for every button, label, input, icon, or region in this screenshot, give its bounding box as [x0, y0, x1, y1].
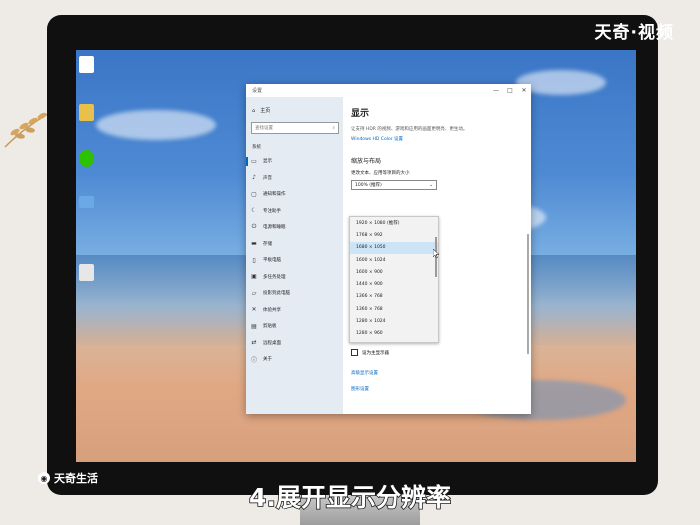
sound-icon: ♪ [252, 174, 256, 182]
sidebar-item[interactable]: ▤ 剪贴板 [246, 318, 343, 335]
power-icon: ⏻ [251, 223, 257, 231]
sidebar-item-label: 存储 [263, 241, 272, 247]
sidebar-item[interactable]: ▱ 投影到此电脑 [246, 285, 343, 302]
graphics-settings-link[interactable]: 图形设置 [351, 386, 369, 392]
sidebar-item[interactable]: ⇄ 远程桌面 [246, 335, 343, 352]
hdr-settings-link[interactable]: Windows HD Color 设置 [351, 136, 531, 142]
home-icon: ⌂ [252, 107, 256, 114]
project-icon: ▱ [251, 289, 257, 297]
focus-assist-icon: ☾ [251, 207, 257, 215]
main-display-checkbox-row[interactable]: 设为主显示器 [351, 349, 389, 356]
close-button[interactable]: ✕ [517, 87, 531, 94]
scale-select-value: 100% (推荐) [355, 183, 382, 188]
desktop-icon-file[interactable] [76, 56, 96, 73]
resolution-option[interactable]: 1280 × 1024 [350, 315, 438, 327]
sidebar-item-label: 声音 [263, 175, 272, 181]
desktop-icon-shortcut[interactable] [76, 264, 96, 281]
minimize-button[interactable]: — [489, 87, 503, 94]
nav-list: ▭ 显示 ♪ 声音 ▢ 通知和操作 ☾ 专注助手 ⏻ 电源和睡眠 ▬ 存储 ▯ 平板电脑 ▣ 多任务处理 ▱ 投影… [246, 153, 343, 368]
scale-layout-heading: 缩放与布局 [351, 158, 382, 165]
desktop-icon-wechat[interactable] [76, 150, 96, 167]
sidebar-item-label: 剪贴板 [263, 324, 277, 330]
sidebar-item[interactable]: ▯ 平板电脑 [246, 252, 343, 269]
content-scrollbar[interactable] [527, 234, 529, 354]
resolution-option[interactable]: 1920 × 1080 (推荐) [350, 217, 438, 229]
search-placeholder: 查找设置 [255, 126, 273, 131]
sidebar-item[interactable]: ☾ 专注助手 [246, 203, 343, 220]
sidebar-item-label: 体验共享 [263, 307, 281, 313]
resolution-option[interactable]: 1600 × 1024 [350, 254, 438, 266]
sidebar-item[interactable]: ▭ 显示 [246, 153, 343, 170]
wheat-decoration-icon [4, 112, 49, 148]
sidebar-item[interactable]: ♪ 声音 [246, 170, 343, 187]
wechat-icon [78, 150, 94, 167]
watermark-top: 天奇·视频 [594, 23, 674, 43]
settings-sidebar: ⌂ 主页 查找设置 ⌕ 系统 ▭ 显示 ♪ 声音 ▢ 通知和操作 ☾ 专注助手 ⏻ 电源和睡眠 ▬ 存… [246, 97, 343, 414]
resolution-option[interactable]: 1360 × 768 [350, 303, 438, 315]
scale-label: 更改文本、应用等项目的大小 [351, 171, 410, 176]
desktop-icon-computer[interactable] [76, 196, 96, 208]
resolution-option[interactable]: 1280 × 960 [350, 328, 438, 340]
monitor-icon: ▭ [251, 157, 257, 165]
main-display-checkbox-label: 设为主显示器 [362, 350, 389, 356]
video-subtitle: 4.展开显示分辨率 [248, 482, 451, 513]
resolution-option[interactable]: 1680 × 1050 [350, 241, 438, 254]
remote-desktop-icon: ⇄ [251, 339, 257, 347]
sidebar-item-label: 专注助手 [263, 208, 281, 214]
sidebar-item[interactable]: ✕ 体验共享 [246, 302, 343, 319]
sidebar-item-label: 多任务处理 [263, 274, 286, 280]
sidebar-item[interactable]: ⓘ 关于 [246, 351, 343, 368]
multitasking-icon: ▣ [251, 273, 257, 281]
sidebar-item-label: 电源和睡眠 [263, 225, 286, 231]
file-icon [78, 56, 94, 73]
window-titlebar: 设置 — □ ✕ [246, 84, 531, 97]
wallpaper-cloud [96, 110, 216, 140]
sidebar-item-label: 投影到此电脑 [263, 291, 290, 297]
sidebar-item[interactable]: ⏻ 电源和睡眠 [246, 219, 343, 236]
search-input[interactable]: 查找设置 ⌕ [251, 122, 339, 134]
sidebar-item-label: 通知和操作 [263, 192, 286, 198]
tablet-icon: ▯ [252, 256, 256, 264]
shortcut-icon [78, 264, 94, 281]
advanced-display-link[interactable]: 高级显示设置 [351, 370, 378, 376]
sidebar-item-label: 远程桌面 [263, 340, 281, 346]
resolution-option[interactable]: 1600 × 900 [350, 266, 438, 278]
mouse-cursor-icon [433, 249, 439, 258]
computer-icon [78, 196, 94, 208]
clipboard-icon: ▤ [251, 322, 257, 330]
desktop-icon-folder[interactable] [76, 104, 96, 121]
nav-home-label: 主页 [260, 108, 271, 114]
main-display-checkbox[interactable] [351, 349, 358, 356]
notifications-icon: ▢ [251, 190, 257, 198]
window-title: 设置 [252, 88, 263, 94]
hdr-description: 让支持 HDR 的视频、游戏和应用的画面更明亮、更生动。 [351, 127, 468, 132]
resolution-option[interactable]: 1366 × 768 [350, 291, 438, 303]
chevron-down-icon: ⌄ [429, 182, 433, 188]
page-title: 显示 [351, 109, 370, 119]
search-icon: ⌕ [332, 126, 335, 131]
nav-home[interactable]: ⌂ 主页 [246, 97, 343, 115]
sidebar-item-label: 关于 [263, 357, 272, 363]
resolution-option[interactable]: 1440 × 900 [350, 278, 438, 290]
sidebar-item[interactable]: ▬ 存储 [246, 236, 343, 253]
resolution-dropdown: 1920 × 1080 (推荐) 1768 × 992 1680 × 1050 160… [349, 216, 439, 343]
storage-icon: ▬ [251, 240, 257, 248]
sidebar-item-label: 平板电脑 [263, 258, 281, 264]
resolution-option[interactable]: 1768 × 992 [350, 229, 438, 241]
nav-section-label: 系统 [252, 145, 261, 150]
about-icon: ⓘ [250, 356, 257, 364]
maximize-button[interactable]: □ [503, 87, 517, 94]
window-controls: — □ ✕ [489, 87, 531, 94]
sidebar-item[interactable]: ▢ 通知和操作 [246, 186, 343, 203]
shared-experiences-icon: ✕ [251, 306, 257, 314]
scale-select[interactable]: 100% (推荐) ⌄ [351, 180, 437, 190]
sidebar-item[interactable]: ▣ 多任务处理 [246, 269, 343, 286]
folder-icon [78, 104, 94, 121]
sidebar-item-label: 显示 [263, 159, 272, 165]
